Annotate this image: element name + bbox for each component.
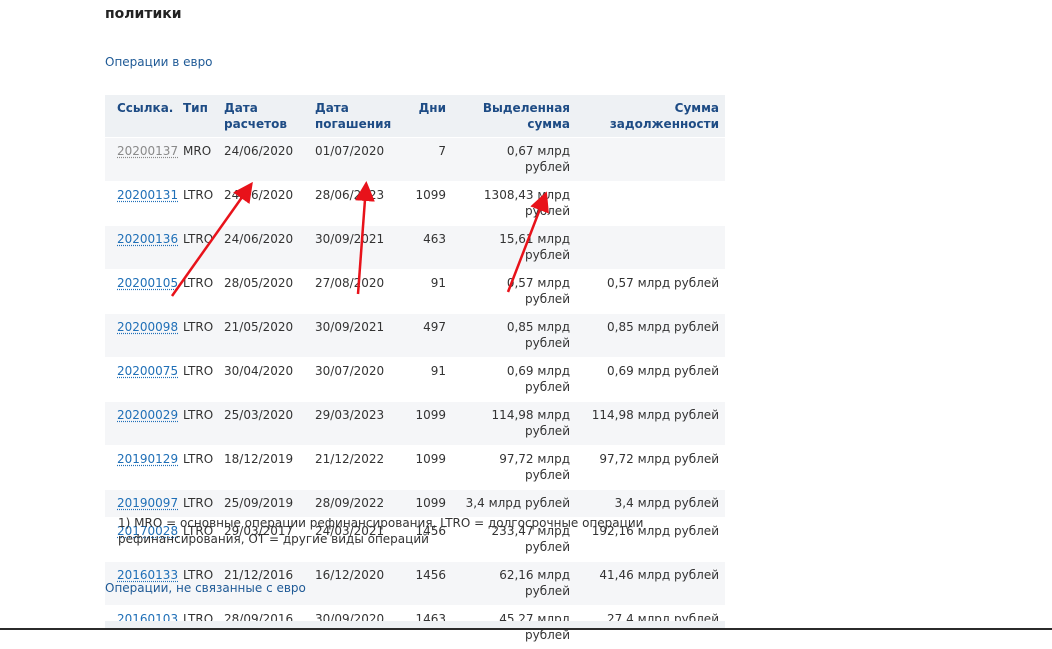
table-row: 20190097LTRO25/09/201928/09/202210993,4 …: [105, 490, 725, 518]
ref-link-cell: 20200105: [105, 270, 171, 314]
ref-link-cell: 20200137: [105, 138, 171, 182]
allotted-amount-cell: 114,98 млрд рублей: [452, 402, 576, 446]
ref-link-cell: 20190097: [105, 490, 171, 518]
maturity-date-cell: 28/06/2023: [303, 182, 394, 226]
heading-text: политики: [105, 6, 182, 22]
col-ref: Ссылка.: [105, 95, 171, 138]
footnote: 1) MRO = основные операции рефинансирова…: [118, 515, 718, 547]
allotted-amount-cell: 3,4 млрд рублей: [452, 490, 576, 518]
days-cell: 7: [394, 138, 452, 182]
table-header-row: Ссылка. Тип Дата расчетов Дата погашения…: [105, 95, 725, 138]
ref-link[interactable]: 20200029: [117, 408, 178, 422]
table-row: 20200098LTRO21/05/202030/09/20214970,85 …: [105, 314, 725, 358]
settlement-date-cell: 18/12/2019: [212, 446, 303, 490]
col-days: Дни: [394, 95, 452, 138]
outstanding-amount-cell: [576, 182, 725, 226]
days-cell: 497: [394, 314, 452, 358]
maturity-date-cell: 16/12/2020: [303, 562, 394, 606]
days-cell: 1099: [394, 402, 452, 446]
ref-link[interactable]: 20200136: [117, 232, 178, 246]
maturity-date-cell: 28/09/2022: [303, 490, 394, 518]
col-type: Тип: [171, 95, 212, 138]
allotted-amount-cell: 62,16 млрд рублей: [452, 562, 576, 606]
col-maturity-date: Дата погашения: [303, 95, 394, 138]
col-settlement-date: Дата расчетов: [212, 95, 303, 138]
outstanding-amount-cell: 97,72 млрд рублей: [576, 446, 725, 490]
maturity-date-cell: 21/12/2022: [303, 446, 394, 490]
settlement-date-cell: 28/05/2020: [212, 270, 303, 314]
settlement-date-cell: 30/04/2020: [212, 358, 303, 402]
settlement-date-cell: 25/09/2019: [212, 490, 303, 518]
days-cell: 463: [394, 226, 452, 270]
allotted-amount-cell: 97,72 млрд рублей: [452, 446, 576, 490]
outstanding-amount-cell: 114,98 млрд рублей: [576, 402, 725, 446]
outstanding-amount-cell: 0,69 млрд рублей: [576, 358, 725, 402]
ref-link[interactable]: 20190129: [117, 452, 178, 466]
ref-link-cell: 20200098: [105, 314, 171, 358]
ref-link-cell: 20200029: [105, 402, 171, 446]
ref-link[interactable]: 20200075: [117, 364, 178, 378]
table-row: 20190129LTRO18/12/201921/12/2022109997,7…: [105, 446, 725, 490]
days-cell: 91: [394, 358, 452, 402]
ref-link[interactable]: 20160133: [117, 568, 178, 582]
table-row: 20200137MRO24/06/202001/07/202070,67 млр…: [105, 138, 725, 182]
maturity-date-cell: 27/08/2020: [303, 270, 394, 314]
allotted-amount-cell: 1308,43 млрд рублей: [452, 182, 576, 226]
ref-link-cell: 20200136: [105, 226, 171, 270]
days-cell: 1456: [394, 562, 452, 606]
settlement-date-cell: 24/06/2020: [212, 138, 303, 182]
non-euro-operations-link[interactable]: Операции, не связанные с евро: [105, 581, 306, 595]
ref-link-cell: 20190129: [105, 446, 171, 490]
table-row: 20200131LTRO24/06/202028/06/202310991308…: [105, 182, 725, 226]
ref-link[interactable]: 20200131: [117, 188, 178, 202]
settlement-date-cell: 24/06/2020: [212, 226, 303, 270]
col-outstanding-amount: Сумма задолженности: [576, 95, 725, 138]
table-row: 20200075LTRO30/04/202030/07/2020910,69 м…: [105, 358, 725, 402]
outstanding-amount-cell: [576, 226, 725, 270]
outstanding-amount-cell: 0,85 млрд рублей: [576, 314, 725, 358]
col-allotted-amount: Выделенная сумма: [452, 95, 576, 138]
days-cell: 1099: [394, 182, 452, 226]
settlement-date-cell: 21/05/2020: [212, 314, 303, 358]
table-row: 20200105LTRO28/05/202027/08/2020910,57 м…: [105, 270, 725, 314]
days-cell: 1099: [394, 490, 452, 518]
days-cell: 91: [394, 270, 452, 314]
allotted-amount-cell: 15,61 млрд рублей: [452, 226, 576, 270]
ref-link-cell: 20200075: [105, 358, 171, 402]
ref-link[interactable]: 20200137: [117, 144, 178, 158]
ref-link-cell: 20200131: [105, 182, 171, 226]
maturity-date-cell: 30/09/2021: [303, 226, 394, 270]
settlement-date-cell: 24/06/2020: [212, 182, 303, 226]
table-row: 20200029LTRO25/03/202029/03/20231099114,…: [105, 402, 725, 446]
outstanding-amount-cell: 0,57 млрд рублей: [576, 270, 725, 314]
operations-table: Ссылка. Тип Дата расчетов Дата погашения…: [105, 95, 725, 649]
maturity-date-cell: 30/07/2020: [303, 358, 394, 402]
maturity-date-cell: 30/09/2021: [303, 314, 394, 358]
allotted-amount-cell: 0,69 млрд рублей: [452, 358, 576, 402]
allotted-amount-cell: 0,67 млрд рублей: [452, 138, 576, 182]
ref-link[interactable]: 20200098: [117, 320, 178, 334]
settlement-date-cell: 25/03/2020: [212, 402, 303, 446]
days-cell: 1099: [394, 446, 452, 490]
euro-operations-link[interactable]: Операции в евро: [105, 55, 213, 69]
table-row: 20200136LTRO24/06/202030/09/202146315,61…: [105, 226, 725, 270]
outstanding-amount-cell: [576, 138, 725, 182]
maturity-date-cell: 01/07/2020: [303, 138, 394, 182]
allotted-amount-cell: 0,85 млрд рублей: [452, 314, 576, 358]
allotted-amount-cell: 0,57 млрд рублей: [452, 270, 576, 314]
outstanding-amount-cell: 3,4 млрд рублей: [576, 490, 725, 518]
outstanding-amount-cell: 41,46 млрд рублей: [576, 562, 725, 606]
maturity-date-cell: 29/03/2023: [303, 402, 394, 446]
ref-link[interactable]: 20190097: [117, 496, 178, 510]
ref-link[interactable]: 20200105: [117, 276, 178, 290]
page-heading: политики: [105, 6, 182, 22]
